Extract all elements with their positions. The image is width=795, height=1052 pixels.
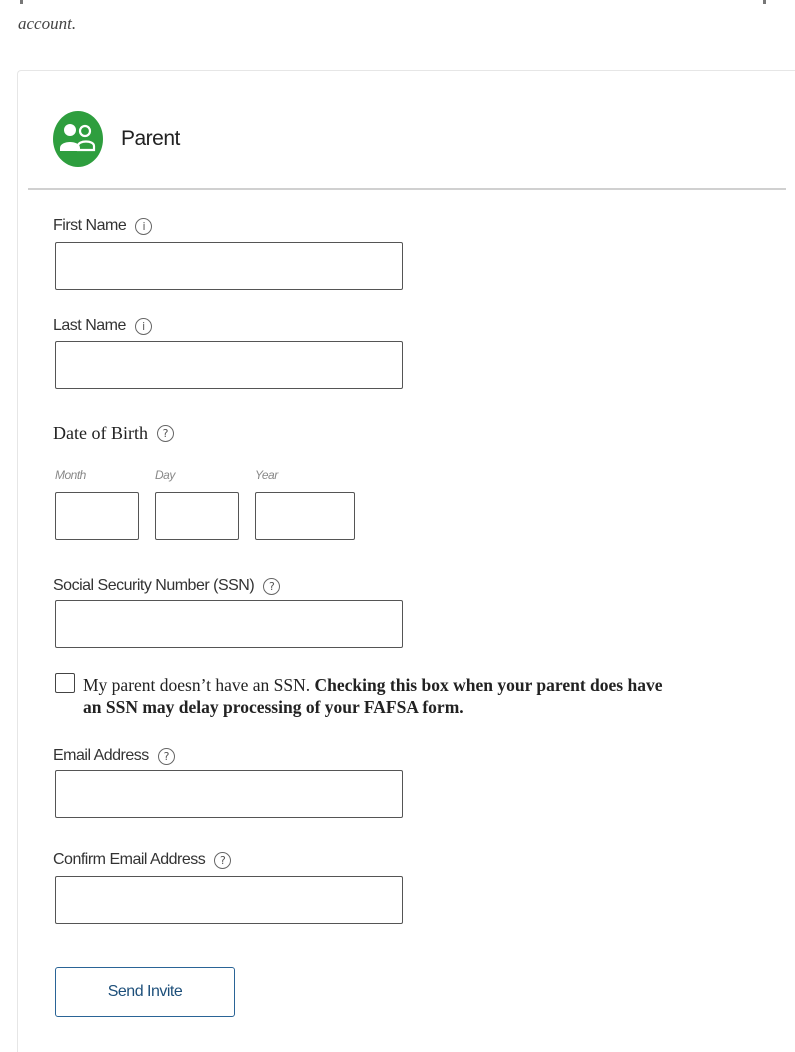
no-ssn-checkbox[interactable] — [55, 673, 75, 693]
dob-month-input[interactable] — [55, 492, 139, 540]
cut-off-text — [18, 0, 778, 6]
no-ssn-statement: My parent doesn’t have an SSN. — [83, 675, 315, 695]
ssn-label-text: Social Security Number (SSN) — [53, 577, 255, 594]
dob-year-input[interactable] — [255, 492, 355, 540]
last-name-input[interactable] — [55, 341, 403, 389]
email-label: Email Address ? — [53, 747, 175, 765]
page: account. Parent First Name i Last Name i — [0, 0, 795, 1052]
header-divider — [28, 188, 786, 190]
info-icon[interactable]: i — [135, 217, 153, 235]
last-name-label-text: Last Name — [53, 317, 126, 334]
dob-day-input[interactable] — [155, 492, 239, 540]
question-icon[interactable]: ? — [156, 425, 174, 442]
first-name-input[interactable] — [55, 242, 403, 290]
question-icon[interactable]: ? — [157, 747, 175, 765]
day-label: Day — [155, 468, 175, 482]
no-ssn-text[interactable]: My parent doesn’t have an SSN. Checking … — [83, 674, 683, 718]
last-name-label: Last Name i — [53, 317, 152, 335]
parent-people-icon — [53, 111, 103, 167]
info-icon[interactable]: i — [134, 317, 152, 335]
dob-label-text: Date of Birth — [53, 423, 148, 443]
first-name-label: First Name i — [53, 217, 153, 235]
parent-card: Parent First Name i Last Name i Date of … — [17, 70, 795, 1052]
intro-text: account. — [18, 14, 77, 33]
ssn-label: Social Security Number (SSN) ? — [53, 577, 281, 595]
question-icon[interactable]: ? — [263, 577, 281, 595]
dob-label: Date of Birth ? — [53, 423, 174, 444]
confirm-email-input[interactable] — [55, 876, 403, 924]
first-name-label-text: First Name — [53, 217, 127, 234]
year-label: Year — [255, 468, 278, 482]
email-input[interactable] — [55, 770, 403, 818]
send-invite-button[interactable]: Send Invite — [55, 967, 235, 1017]
ssn-input[interactable] — [55, 600, 403, 648]
confirm-email-label-text: Confirm Email Address — [53, 851, 206, 868]
email-label-text: Email Address — [53, 747, 149, 764]
question-icon[interactable]: ? — [214, 851, 232, 869]
confirm-email-label: Confirm Email Address ? — [53, 851, 232, 869]
month-label: Month — [55, 468, 86, 482]
section-title: Parent — [121, 127, 180, 150]
